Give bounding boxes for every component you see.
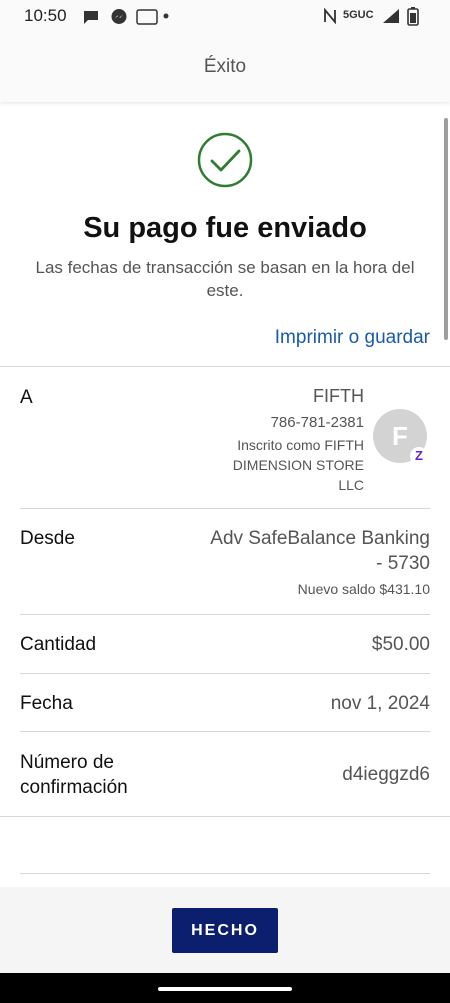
confirmation-label-line-1: Número de — [20, 752, 114, 773]
home-gesture-handle[interactable] — [158, 987, 292, 991]
signal-icon — [383, 9, 399, 23]
print-or-save-link[interactable]: Imprimir o guardar — [275, 327, 430, 349]
app-bar: Éxito — [0, 32, 450, 102]
from-label: Desde — [20, 528, 75, 549]
from-account: Adv SafeBalance Banking - 5730 — [180, 526, 430, 576]
navigation-bar — [0, 973, 450, 1003]
messages-icon — [84, 11, 98, 24]
divider — [0, 816, 450, 817]
divider — [20, 731, 430, 732]
divider — [20, 673, 430, 674]
temu-app-icon — [136, 9, 158, 25]
date-label: Fecha — [20, 693, 73, 714]
success-headline: Su pago fue enviado — [83, 212, 367, 244]
recipient-enrolled-name: Inscrito como FIFTH DIMENSION STORE LLC — [233, 435, 364, 495]
notification-dot-icon — [163, 13, 169, 19]
battery-icon — [407, 7, 419, 26]
messenger-icon — [111, 9, 127, 24]
to-label: A — [20, 387, 33, 408]
done-button[interactable]: HECHO — [172, 908, 278, 953]
enrolled-line-3: LLC — [338, 477, 364, 493]
status-bar: 10:50 5GUC — [0, 0, 450, 32]
recipient-details: FIFTH 786-781-2381 Inscrito como FIFTH D… — [233, 384, 364, 495]
enrolled-line-1: Inscrito como FIFTH — [237, 437, 364, 453]
from-account-line-1: Adv SafeBalance Banking — [210, 528, 430, 549]
zelle-icon: Z — [410, 447, 428, 465]
enrolled-line-2: DIMENSION STORE — [232, 457, 364, 473]
amount-value: $50.00 — [371, 634, 430, 655]
amount-label: Cantidad — [20, 634, 97, 655]
network-type: 5GUC — [343, 9, 374, 21]
page-title: Éxito — [203, 56, 247, 77]
divider — [0, 366, 450, 367]
date-value: nov 1, 2024 — [330, 693, 430, 714]
divider — [20, 614, 430, 615]
from-account-line-2: - 5730 — [376, 553, 430, 574]
divider — [20, 508, 430, 509]
confirmation-number-value: d4ieggzd6 — [342, 764, 430, 785]
timezone-note: Las fechas de transacción se basan en la… — [35, 258, 415, 300]
divider — [20, 873, 430, 874]
recipient-name: FIFTH — [313, 386, 364, 406]
new-balance: Nuevo saldo $431.10 — [297, 581, 430, 597]
nfc-icon — [324, 8, 336, 24]
check-circle-icon — [197, 132, 253, 188]
confirmation-label-line-2: confirmación — [20, 777, 128, 798]
confirmation-number-label: Número de confirmación — [20, 750, 128, 800]
recipient-phone: 786-781-2381 — [270, 414, 364, 431]
status-time: 10:50 — [24, 6, 67, 25]
